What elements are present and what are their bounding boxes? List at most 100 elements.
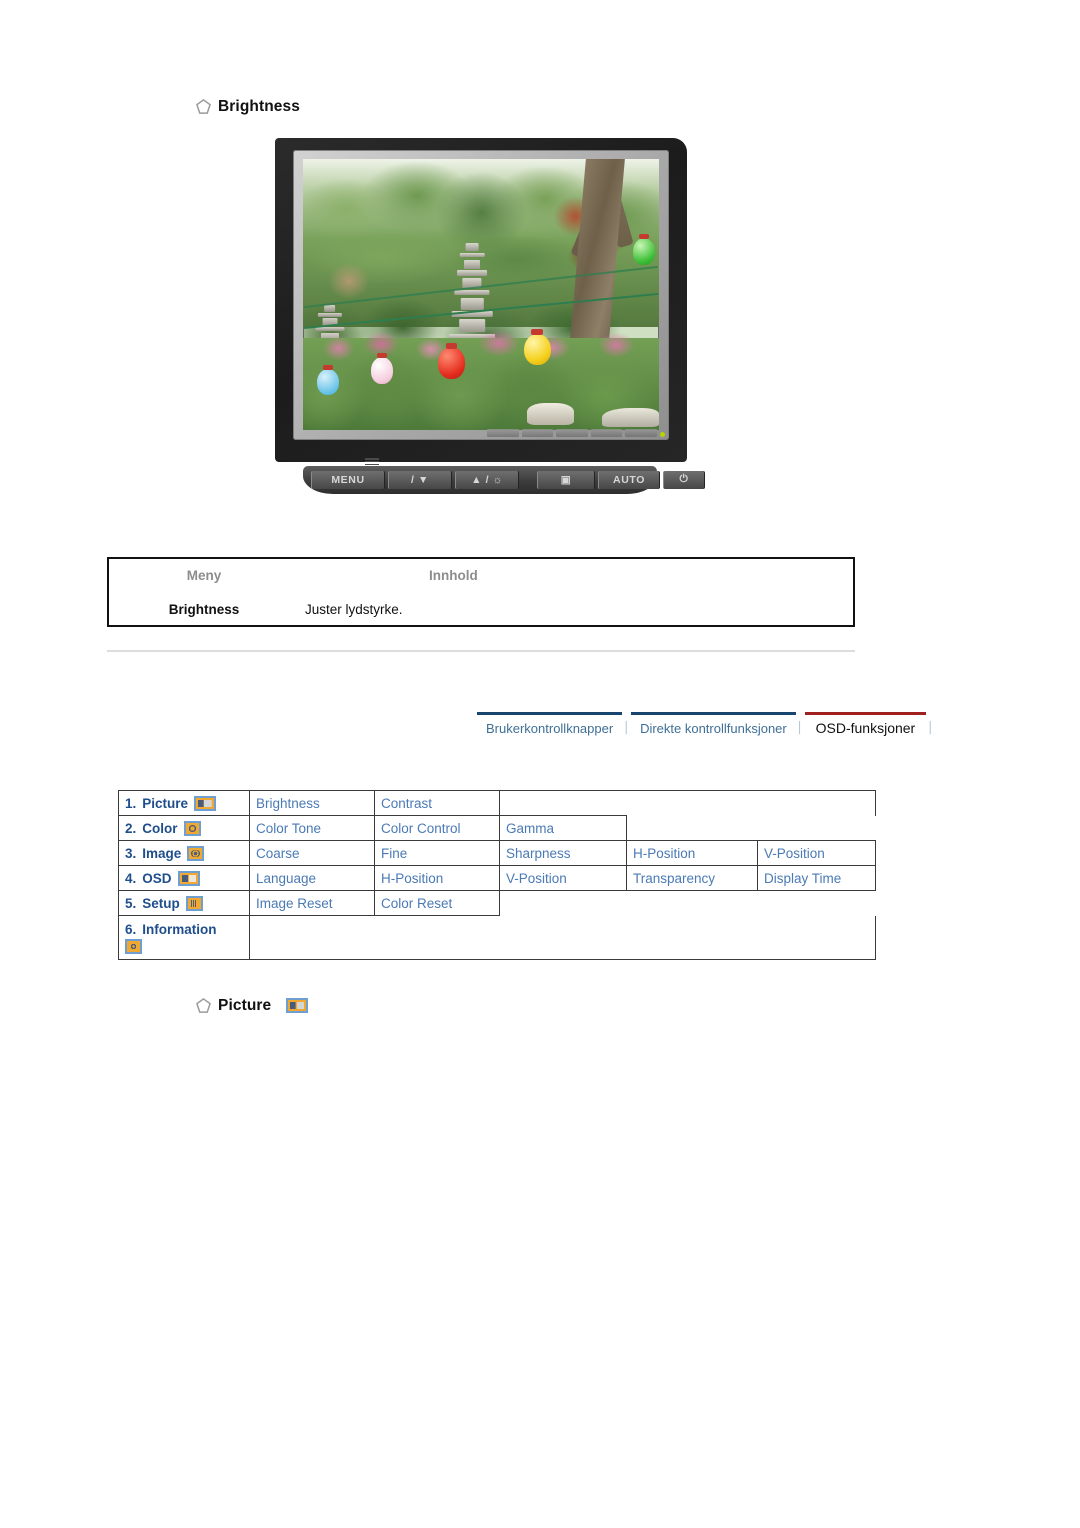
menu-content-table: Meny Innhold Brightness Juster lydstyrke… <box>107 557 855 627</box>
osd-category-information-label: Information <box>142 921 217 937</box>
osd-category-image-num: 3. <box>125 845 137 861</box>
menu-button[interactable]: MENU <box>311 470 385 489</box>
brightness-heading-label: Brightness <box>218 98 300 115</box>
monitor-illustration: MENU / ▼ ▲ / ☼ ▣ AUTO ⏻ <box>275 138 705 500</box>
info-icon <box>125 938 142 954</box>
down-brightness-button[interactable]: / ▼ <box>388 470 452 489</box>
osd-category-color[interactable]: 2. Color <box>118 815 250 841</box>
osd-category-information-num: 6. <box>125 921 137 937</box>
osd-category-setup-num: 5. <box>125 895 137 911</box>
osd-category-color-num: 2. <box>125 820 137 836</box>
osd-category-color-label: Color <box>142 820 178 836</box>
picture-icon <box>194 795 217 811</box>
navigation-tabs: Brukerkontrollknapper │ Direkte kontroll… <box>477 712 935 738</box>
osd-category-osd-label: OSD <box>142 870 172 886</box>
garden-photo <box>303 159 659 430</box>
osd-row-picture: 1. Picture Brightness Contrast <box>118 790 877 816</box>
osd-item-coarse[interactable]: Coarse <box>249 840 375 866</box>
osd-item-v-position[interactable]: V-Position <box>499 865 627 891</box>
monitor-inner-frame <box>293 150 669 440</box>
photo-lantern-pink <box>370 353 394 384</box>
enter-source-button[interactable]: ▣ <box>537 470 595 489</box>
power-led-indicator <box>660 432 665 437</box>
menu-hint-lines-icon <box>365 458 379 465</box>
osd-category-setup-label: Setup <box>142 895 180 911</box>
osd-row-color: 2. Color Color Tone Color Control Gamma <box>118 815 876 841</box>
bezel-button-strip <box>487 427 657 438</box>
color-icon <box>183 820 201 836</box>
column-header-innhold: Innhold <box>429 568 478 583</box>
osd-item-h-position[interactable]: H-Position <box>374 865 500 891</box>
osd-item-sharpness[interactable]: Sharpness <box>499 840 627 866</box>
monitor-outer-bezel <box>275 138 687 462</box>
column-header-meny: Meny <box>186 568 222 583</box>
photo-stone-left <box>527 402 574 425</box>
osd-item-v-position[interactable]: V-Position <box>756 840 877 866</box>
osd-category-osd-num: 4. <box>125 870 137 886</box>
tab-brukerkontrollknapper[interactable]: Brukerkontrollknapper <box>477 712 623 738</box>
setup-icon <box>185 895 203 911</box>
bullet-diamond-icon <box>196 998 211 1014</box>
osd-item-transparency[interactable]: Transparency <box>626 865 758 891</box>
osd-category-image-label: Image <box>142 845 182 861</box>
monitor-control-bar: MENU / ▼ ▲ / ☼ ▣ AUTO ⏻ <box>303 458 705 494</box>
tab-separator: │ <box>796 722 804 734</box>
osd-item-color-control[interactable]: Color Control <box>374 815 500 841</box>
osd-menu-table: 1. Picture Brightness Contrast 2. Color … <box>118 790 877 960</box>
section-divider <box>107 650 855 652</box>
osd-empty-cell <box>627 816 876 841</box>
osd-category-image[interactable]: 3. Image <box>118 840 250 866</box>
brightness-section-heading: Brightness <box>196 99 300 115</box>
bezel-button <box>590 428 623 437</box>
osd-category-picture[interactable]: 1. Picture <box>118 790 250 816</box>
tab-osd-funksjoner[interactable]: OSD-funksjoner <box>804 712 927 738</box>
bullet-diamond-icon <box>196 99 211 115</box>
osd-item-image-reset[interactable]: Image Reset <box>249 890 375 916</box>
row-menu-description: Juster lydstyrke. <box>305 602 403 617</box>
picture-icon <box>286 998 309 1014</box>
table-header-row: Meny Innhold <box>109 559 853 593</box>
osd-empty-cell <box>498 790 877 816</box>
osd-category-information[interactable]: 6. Information <box>118 915 250 960</box>
photo-stone-right <box>602 408 659 428</box>
osd-item-language[interactable]: Language <box>249 865 375 891</box>
osd-row-image: 3. Image Coarse Fine Sharpness H-Positio… <box>118 840 877 866</box>
osd-item-brightness[interactable]: Brightness <box>249 790 375 816</box>
osd-item-fine[interactable]: Fine <box>374 840 500 866</box>
tab-separator: │ <box>623 722 631 734</box>
osd-item-h-position[interactable]: H-Position <box>626 840 758 866</box>
tab-separator: │ <box>927 722 935 734</box>
osd-empty-cell <box>249 915 877 960</box>
osd-icon <box>177 870 200 886</box>
osd-row-osd: 4. OSD Language H-Position V-Position Tr… <box>118 865 877 891</box>
bezel-button <box>521 428 554 437</box>
power-button[interactable]: ⏻ <box>663 470 705 489</box>
osd-item-color-reset[interactable]: Color Reset <box>374 890 500 916</box>
osd-item-gamma[interactable]: Gamma <box>499 815 627 841</box>
osd-row-setup: 5. Setup Image Reset Color Reset <box>118 890 876 916</box>
row-menu-name: Brightness <box>168 602 240 617</box>
button-gap <box>522 471 534 489</box>
osd-item-color-tone[interactable]: Color Tone <box>249 815 375 841</box>
table-row: Brightness Juster lydstyrke. <box>109 593 853 627</box>
osd-row-information: 6. Information <box>118 915 877 960</box>
control-button-row: MENU / ▼ ▲ / ☼ ▣ AUTO ⏻ <box>311 470 705 489</box>
auto-button[interactable]: AUTO <box>598 470 660 489</box>
picture-heading-label: Picture <box>218 997 272 1014</box>
tab-direkte-kontrollfunksjoner[interactable]: Direkte kontrollfunksjoner <box>631 712 796 738</box>
osd-item-contrast[interactable]: Contrast <box>374 790 500 816</box>
osd-category-osd[interactable]: 4. OSD <box>118 865 250 891</box>
osd-category-picture-num: 1. <box>125 795 137 811</box>
osd-empty-cell <box>500 891 876 916</box>
image-icon <box>187 845 205 861</box>
photo-lantern-wire <box>303 283 659 349</box>
up-brightness-button[interactable]: ▲ / ☼ <box>455 470 519 489</box>
bezel-button <box>487 428 519 437</box>
photo-lantern-red <box>438 342 465 379</box>
photo-lantern-yellow <box>523 329 551 365</box>
photo-lantern-green <box>632 233 656 265</box>
osd-category-picture-label: Picture <box>142 795 189 811</box>
monitor-screen <box>303 159 659 430</box>
osd-category-setup[interactable]: 5. Setup <box>118 890 250 916</box>
osd-item-display-time[interactable]: Display Time <box>756 865 877 891</box>
